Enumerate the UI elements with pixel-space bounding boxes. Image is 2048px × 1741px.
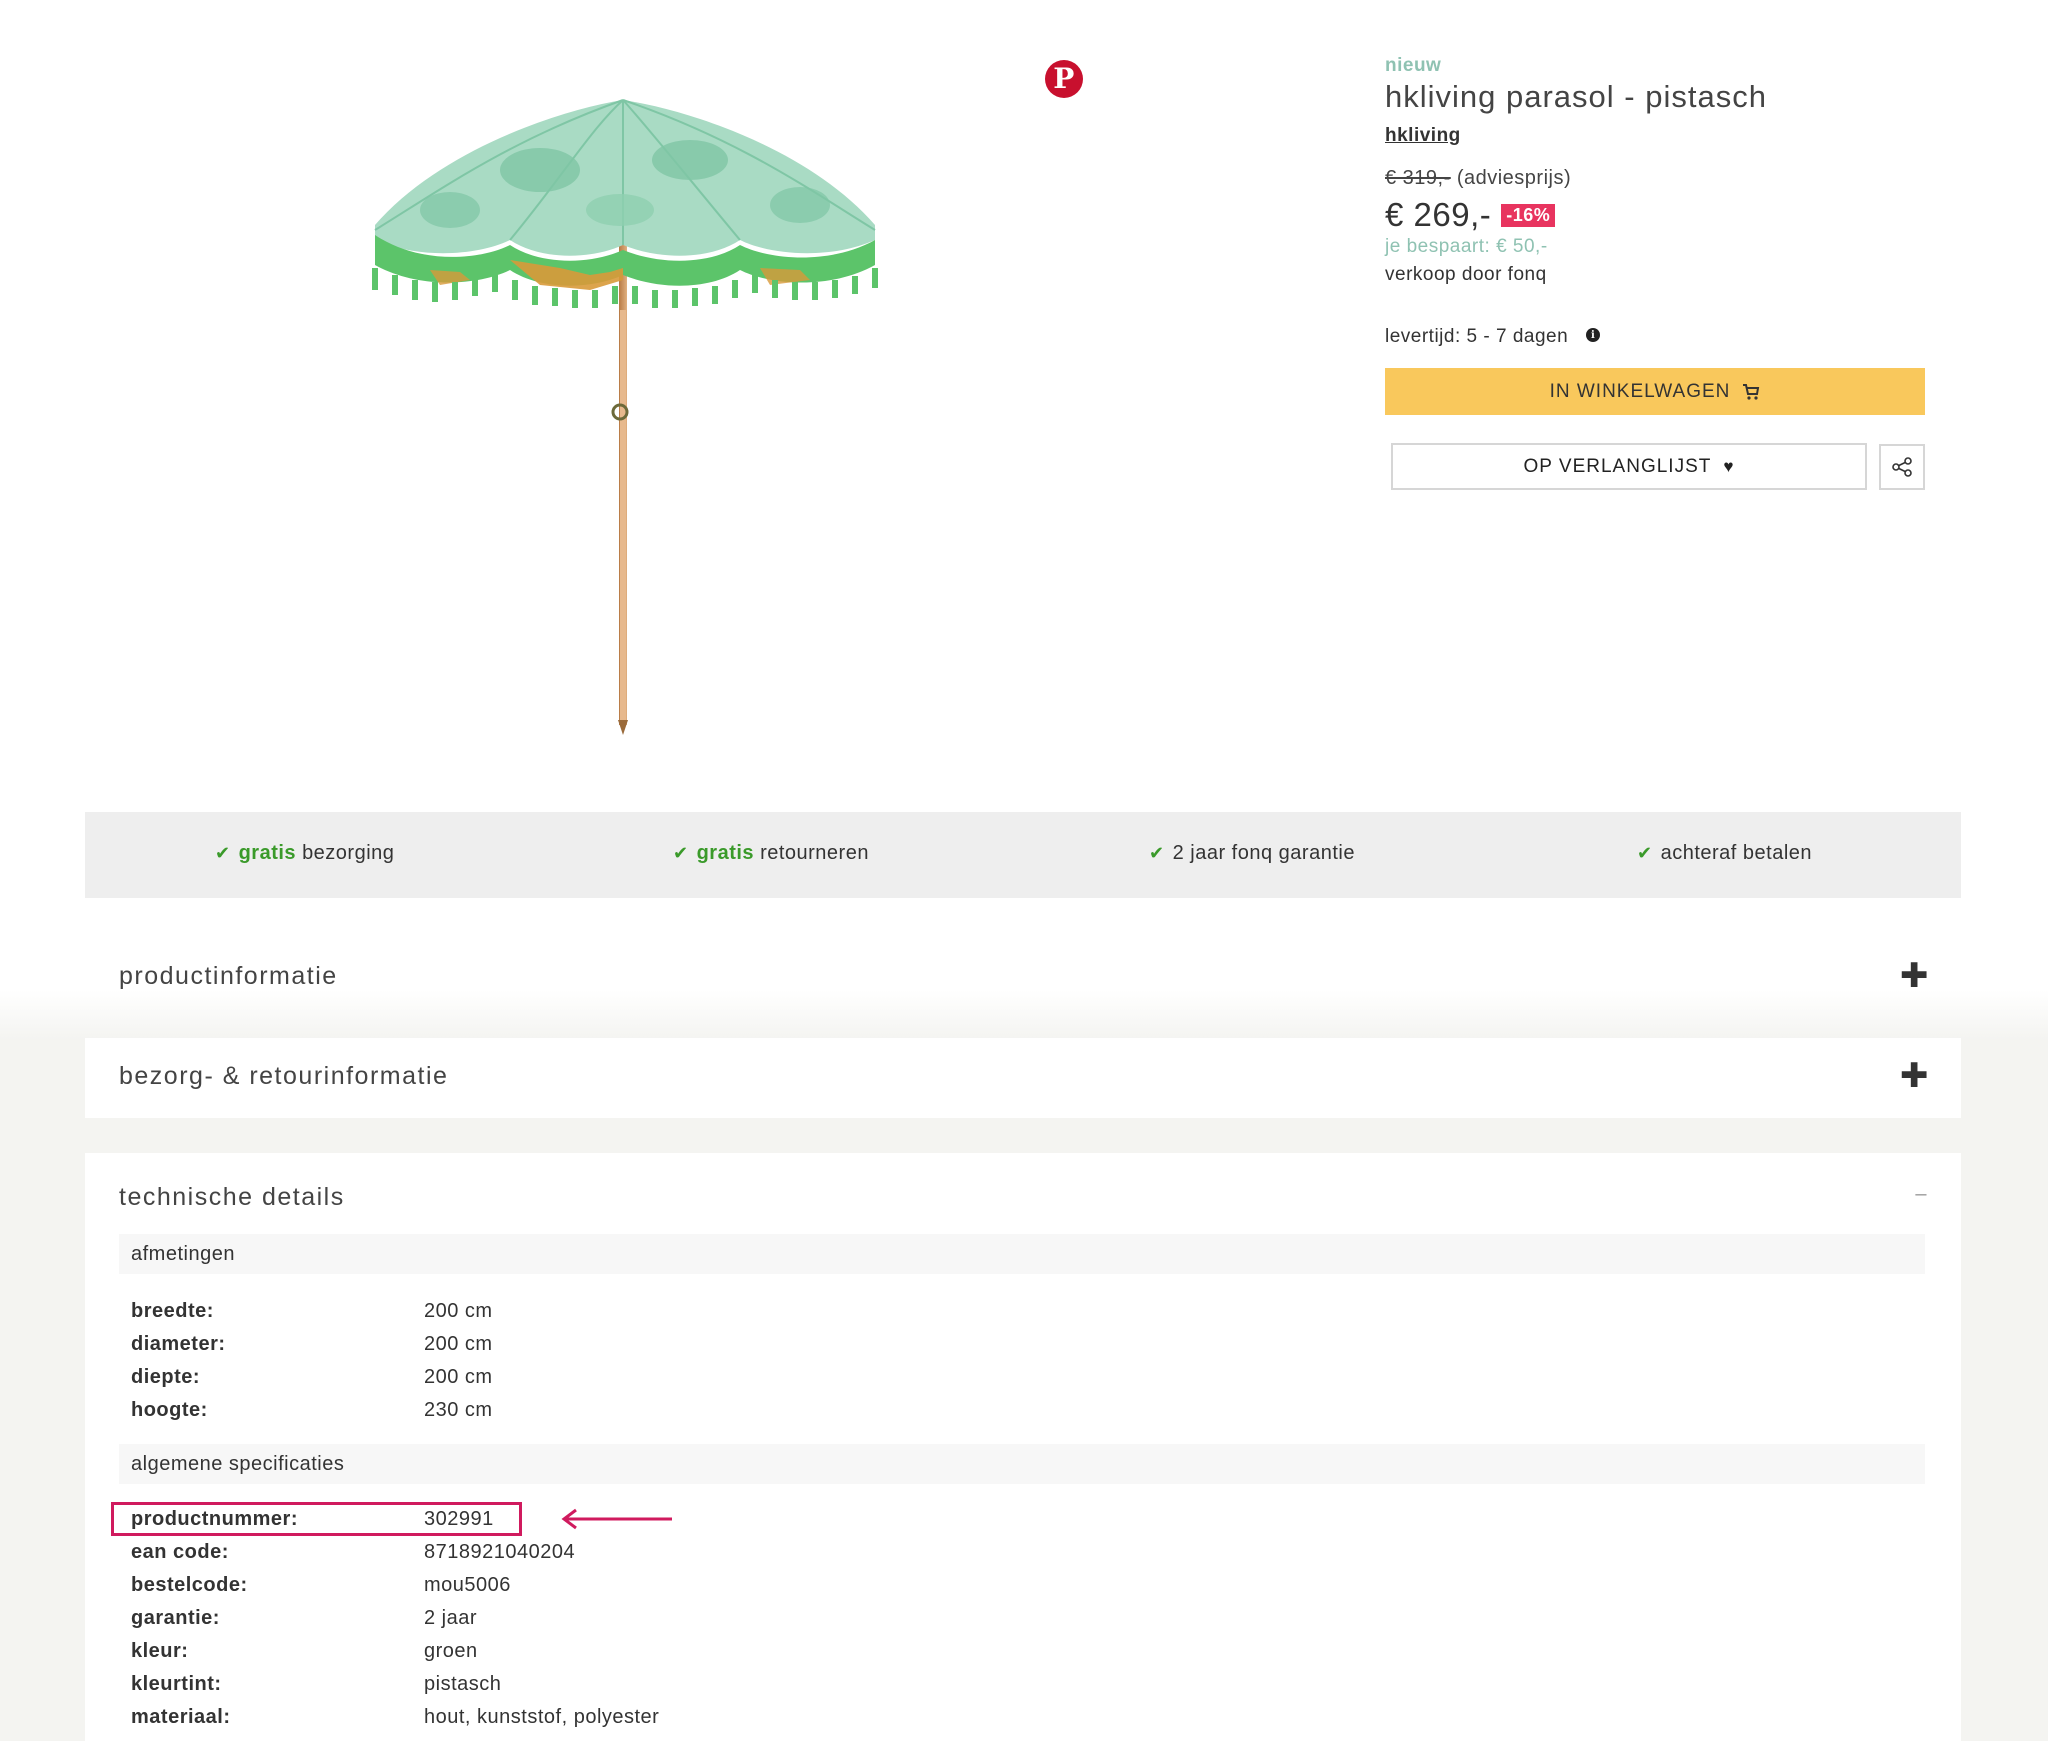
spec-value: 2 jaar (424, 1607, 478, 1629)
spec-section-general: algemene specificaties (119, 1444, 1925, 1484)
usp-text: bezorging (302, 842, 395, 864)
spec-value: 200 cm (424, 1366, 493, 1388)
share-icon (1892, 456, 1912, 477)
brand-link[interactable]: hkliving (1385, 125, 1461, 147)
usp-item: ✔ gratis retourneren (673, 842, 869, 865)
check-icon: ✔ (215, 843, 231, 863)
pinterest-icon[interactable]: P (1045, 60, 1083, 98)
old-price-value: € 319,- (1385, 167, 1451, 189)
usp-text: retourneren (760, 842, 869, 864)
product-info-panel: nieuw hkliving parasol - pistasch hklivi… (1385, 55, 1925, 490)
accordion-technical: technische details – afmetingen breedte:… (85, 1153, 1961, 1741)
spec-section-dimensions: afmetingen (119, 1234, 1925, 1274)
usp-item: ✔ 2 jaar fonq garantie (1149, 842, 1355, 865)
spec-value: pistasch (424, 1673, 502, 1695)
delivery-time: levertijd: 5 - 7 dagen i (1385, 326, 1925, 348)
spec-value: 200 cm (424, 1333, 493, 1355)
usp-text: achteraf betalen (1660, 842, 1813, 864)
spec-key: breedte: (131, 1300, 214, 1322)
delivery-text: levertijd: 5 - 7 dagen (1385, 326, 1569, 347)
accordion-title: bezorg- & retourinformatie (119, 1062, 449, 1090)
cart-icon (1743, 383, 1760, 400)
usp-bar: ✔ gratis bezorging ✔ gratis retourneren … (85, 812, 1961, 898)
info-icon[interactable]: i (1586, 328, 1601, 342)
old-price: € 319,- (adviesprijs) (1385, 167, 1925, 190)
spec-value: 200 cm (424, 1300, 493, 1322)
check-icon: ✔ (673, 843, 689, 863)
seller-text: verkoop door fonq (1385, 264, 1547, 285)
heart-icon: ♥ (1723, 456, 1735, 476)
product-image[interactable] (360, 90, 890, 740)
usp-item: ✔ gratis bezorging (215, 842, 394, 865)
check-icon: ✔ (1637, 843, 1653, 863)
spec-key: ean code: (131, 1541, 229, 1563)
spec-key: hoogte: (131, 1399, 208, 1421)
spec-key: garantie: (131, 1607, 220, 1629)
spec-value: groen (424, 1640, 478, 1662)
wishlist-row: OP VERLANGLIJST ♥ (1385, 443, 1925, 490)
spec-key: bestelcode: (131, 1574, 248, 1596)
spec-key: kleurtint: (131, 1673, 222, 1695)
annotation-highlight-box (111, 1502, 522, 1536)
spec-key: diepte: (131, 1366, 201, 1388)
plus-icon[interactable]: ✚ (1900, 1056, 1929, 1096)
product-title: hkliving parasol - pistasch (1385, 79, 1767, 114)
old-price-note: (adviesprijs) (1456, 167, 1572, 189)
savings-text: je bespaart: € 50,- (1385, 236, 1548, 257)
usp-text: 2 jaar fonq garantie (1172, 842, 1355, 864)
share-button[interactable] (1879, 443, 1925, 490)
annotation-arrow-icon (561, 1508, 672, 1530)
spec-key: kleur: (131, 1640, 189, 1662)
check-icon: ✔ (1149, 843, 1165, 863)
add-to-cart-label: IN WINKELWAGEN (1549, 380, 1731, 402)
spec-value: 8718921040204 (424, 1541, 576, 1563)
price-row: € 269,- -16% (1385, 196, 1925, 234)
usp-highlight: gratis (238, 842, 297, 864)
plus-icon[interactable]: ✚ (1900, 956, 1929, 996)
accordion-productinfo[interactable]: productinformatie ✚ (85, 920, 1961, 1038)
new-badge: nieuw (1385, 55, 1442, 76)
spec-key: diameter: (131, 1333, 226, 1355)
wishlist-button[interactable]: OP VERLANGLIJST ♥ (1391, 443, 1867, 490)
add-to-cart-button[interactable]: IN WINKELWAGEN (1385, 368, 1925, 415)
wishlist-label: OP VERLANGLIJST (1523, 455, 1712, 477)
accordion-shipping[interactable]: bezorg- & retourinformatie ✚ (85, 1038, 1961, 1118)
current-price: € 269,- (1385, 196, 1492, 233)
spec-value: hout, kunststof, polyester (424, 1706, 660, 1728)
minus-icon[interactable]: – (1915, 1183, 1927, 1206)
discount-badge: -16% (1501, 203, 1556, 227)
accordion-title: productinformatie (119, 962, 338, 990)
spec-value: mou5006 (424, 1574, 511, 1596)
accordion-title[interactable]: technische details (119, 1183, 345, 1212)
usp-highlight: gratis (696, 842, 755, 864)
usp-item: ✔ achteraf betalen (1637, 842, 1812, 865)
spec-key: materiaal: (131, 1706, 231, 1728)
spec-value: 230 cm (424, 1399, 493, 1421)
